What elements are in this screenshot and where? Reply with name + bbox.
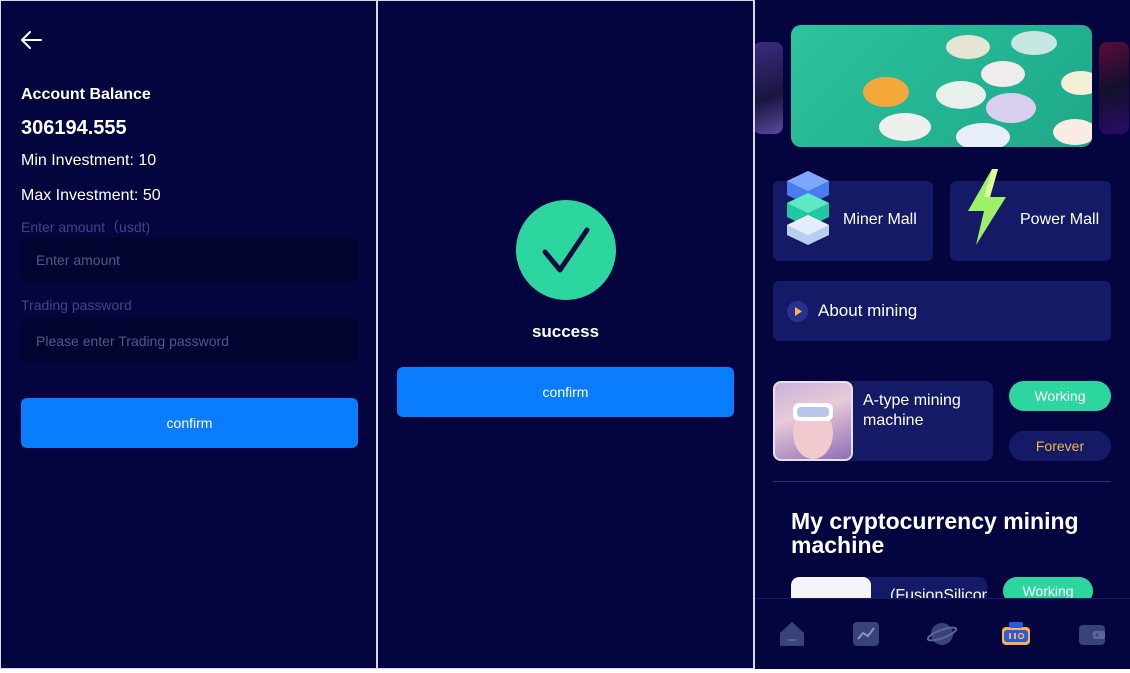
max-investment-text: Max Investment: 50: [21, 187, 161, 204]
coin-icon: [1011, 31, 1057, 55]
about-mining-button[interactable]: About mining: [773, 281, 1111, 341]
working-status-badge[interactable]: Working: [1009, 381, 1111, 411]
chart-icon[interactable]: [851, 619, 881, 649]
home-icon[interactable]: [777, 619, 807, 649]
amount-input[interactable]: [21, 237, 358, 282]
divider: [773, 481, 1111, 482]
investment-panel: Account Balance 306194.555 Min Investmen…: [0, 0, 377, 669]
success-text: success: [531, 322, 600, 341]
password-field-label: Trading password: [21, 297, 132, 313]
miner-mall-label: Miner Mall: [843, 211, 917, 228]
min-investment-text: Min Investment: 10: [21, 152, 157, 169]
planet-icon[interactable]: [927, 619, 957, 649]
machine-name: A-type mining machine: [863, 392, 961, 429]
account-balance-value: 306194.555: [21, 117, 127, 139]
about-mining-label: About mining: [818, 301, 918, 320]
power-mall-label: Power Mall: [1020, 211, 1100, 228]
checkmark-icon: [542, 227, 590, 273]
success-panel: success confirm: [377, 0, 754, 669]
wallet-icon[interactable]: [1077, 619, 1107, 649]
lightning-icon: [968, 169, 1006, 245]
machine-card[interactable]: A-type mining machine: [773, 381, 993, 461]
back-arrow-icon[interactable]: [19, 29, 43, 51]
miner-stack-icon: [787, 171, 829, 245]
machine-image: [773, 381, 853, 461]
forever-badge[interactable]: Forever: [1009, 431, 1111, 461]
success-badge: [516, 200, 616, 300]
coin-icon: [956, 123, 1010, 147]
bottom-tab-bar: [755, 598, 1130, 669]
coin-icon: [936, 81, 986, 109]
amount-field-label: Enter amount（usdt): [21, 219, 151, 235]
banner-image[interactable]: [791, 25, 1092, 147]
coin-icon: [1053, 119, 1092, 145]
coin-icon: [1061, 71, 1092, 95]
coin-icon: [879, 113, 931, 141]
power-mall-button[interactable]: Power Mall: [950, 169, 1111, 261]
coin-icon: [946, 35, 990, 59]
coin-icon: [986, 93, 1036, 123]
confirm-button[interactable]: confirm: [397, 367, 734, 417]
miner-mall-button[interactable]: Miner Mall: [773, 171, 933, 261]
play-icon: [787, 301, 808, 322]
confirm-button[interactable]: confirm: [21, 398, 358, 448]
banner-slide-prev[interactable]: [755, 42, 783, 134]
coin-icon: [981, 61, 1025, 87]
coin-icon: [863, 77, 909, 107]
my-machines-title: My cryptocurrency mining machine: [791, 508, 1079, 558]
banner-slide-next[interactable]: [1099, 42, 1129, 134]
miner-icon[interactable]: [1001, 619, 1031, 649]
account-balance-label: Account Balance: [21, 86, 151, 103]
mining-home-panel: Miner Mall Power Mall About mining A-typ…: [754, 0, 1130, 669]
trading-password-input[interactable]: [21, 318, 358, 363]
